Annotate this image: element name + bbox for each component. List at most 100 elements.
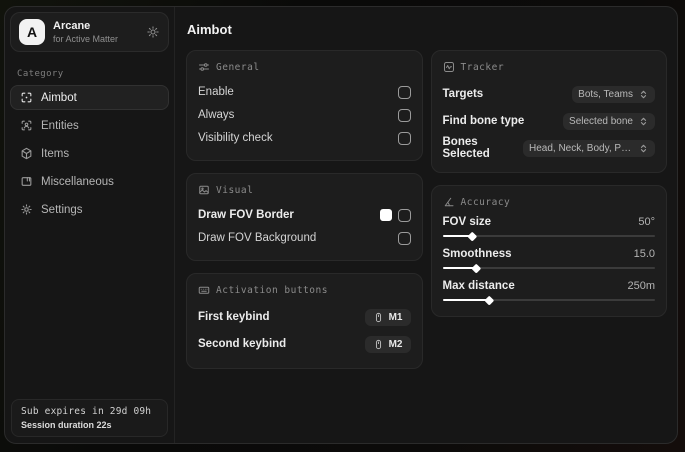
keybind-value: M1 [388, 311, 403, 323]
setting-label: Second keybind [198, 338, 287, 350]
smoothness-value: 15.0 [633, 248, 655, 260]
general-card: General Enable Always Visibility check [186, 50, 423, 161]
slider-row-header: Smoothness 15.0 [443, 248, 656, 260]
keyboard-icon [198, 284, 210, 296]
sidebar-item-miscellaneous[interactable]: Miscellaneous [10, 169, 169, 194]
cheat-menu-window: A Arcane for Active Matter Category Aimb… [4, 6, 678, 444]
sidebar-item-label: Settings [41, 203, 83, 216]
tracker-card-header: Tracker [443, 61, 656, 73]
slider-row-header: Max distance 250m [443, 280, 656, 292]
controls [379, 208, 411, 222]
slider-thumb[interactable] [484, 295, 494, 305]
dropdown-value: Head, Neck, Body, Pe… [529, 142, 633, 154]
activity-icon [443, 61, 455, 73]
setting-row-find-bone-type: Find bone type Selected bone [442, 108, 655, 134]
gear-icon[interactable] [146, 25, 160, 39]
chevrons-up-down-icon [638, 116, 649, 127]
general-card-header: General [198, 61, 411, 73]
setting-row-second-keybind: Second keybind M2 [198, 331, 411, 357]
accuracy-card-header: Accuracy [443, 196, 656, 208]
sidebar-item-items[interactable]: Items [10, 141, 169, 166]
slider-fill [442, 263, 481, 273]
app-header-card: A Arcane for Active Matter [10, 12, 169, 52]
visual-card-title: Visual [216, 184, 254, 196]
second-keybind-button[interactable]: M2 [364, 335, 411, 353]
slider-thumb[interactable] [467, 231, 477, 241]
general-card-title: General [216, 61, 260, 73]
always-checkbox[interactable] [397, 108, 411, 122]
targets-dropdown[interactable]: Bots, Teams [572, 85, 655, 103]
image-icon [198, 184, 210, 196]
mouse-icon [373, 312, 384, 323]
max-distance-value: 250m [627, 280, 655, 292]
setting-row-smoothness: Smoothness 15.0 [442, 248, 656, 273]
accuracy-card: Accuracy FOV size 50° Smoothness 15.0 Ma… [430, 185, 667, 317]
mouse-icon [373, 339, 384, 350]
fov-size-slider[interactable] [442, 231, 655, 241]
smoothness-slider[interactable] [442, 263, 655, 273]
app-subtitle: for Active Matter [53, 33, 119, 44]
setting-label: Targets [442, 88, 484, 100]
find-bone-type-dropdown[interactable]: Selected bone [563, 112, 655, 130]
slider-fill [442, 231, 477, 241]
app-logo: A [19, 19, 45, 45]
tracker-card-title: Tracker [460, 61, 505, 73]
fov-border-color-swatch[interactable] [379, 209, 392, 221]
activation-card-title: Activation buttons [216, 284, 328, 296]
slider-thumb[interactable] [471, 263, 481, 273]
enable-checkbox[interactable] [397, 85, 411, 99]
sidebar-item-entities[interactable]: Entities [10, 113, 169, 138]
tracker-card: Tracker Targets Bots, Teams Find bone ty… [430, 50, 667, 173]
first-keybind-button[interactable]: M1 [364, 308, 411, 326]
setting-row-enable: Enable [198, 81, 411, 103]
sidebar-item-label: Aimbot [41, 91, 77, 104]
subscription-info-card: Sub expires in 29d 09h Session duration … [11, 399, 168, 437]
setting-row-first-keybind: First keybind M1 [198, 304, 411, 330]
draw-fov-background-checkbox[interactable] [397, 231, 411, 245]
game-backdrop: A Arcane for Active Matter Category Aimb… [0, 0, 685, 452]
setting-label: Draw FOV Border [198, 209, 294, 221]
entity-scan-icon [20, 119, 33, 132]
draw-fov-border-checkbox[interactable] [397, 208, 411, 222]
sidebar-item-aimbot[interactable]: Aimbot [10, 85, 169, 110]
page-title: Aimbot [187, 22, 232, 37]
setting-label: Smoothness [442, 248, 512, 260]
chevrons-up-down-icon [638, 143, 649, 154]
visual-card-header: Visual [198, 184, 411, 196]
left-column: General Enable Always Visibility check V… [186, 50, 423, 369]
sidebar-item-label: Items [41, 147, 70, 160]
setting-label: FOV size [442, 216, 492, 228]
max-distance-slider[interactable] [442, 295, 655, 305]
columns: General Enable Always Visibility check V… [186, 50, 667, 369]
setting-label: Bones Selected [442, 136, 490, 160]
slider-row-header: FOV size 50° [443, 216, 656, 228]
gear-icon [20, 203, 33, 216]
bones-selected-dropdown[interactable]: Head, Neck, Body, Pe… [523, 139, 655, 157]
sliders-icon [198, 61, 210, 73]
setting-label: Draw FOV Background [198, 232, 317, 244]
sidebar: A Arcane for Active Matter Category Aimb… [5, 7, 175, 443]
setting-row-bones-selected: Bones Selected Head, Neck, Body, Pe… [442, 135, 655, 161]
setting-row-draw-fov-border: Draw FOV Border [198, 204, 411, 226]
setting-row-visibility-check: Visibility check [198, 127, 411, 149]
setting-row-always: Always [198, 104, 411, 126]
setting-row-targets: Targets Bots, Teams [442, 81, 655, 107]
setting-label: Visibility check [198, 132, 273, 144]
setting-label: Always [198, 109, 235, 121]
setting-row-draw-fov-background: Draw FOV Background [198, 227, 411, 249]
session-duration-text: Session duration 22s [21, 420, 112, 430]
activation-buttons-card: Activation buttons First keybind M1 Seco… [186, 273, 423, 369]
sidebar-menu: Aimbot Entities Items Miscellaneous Sett… [5, 85, 174, 225]
setting-label: Find bone type [442, 115, 525, 127]
sidebar-item-label: Entities [41, 119, 79, 132]
dropdown-value: Selected bone [569, 115, 633, 127]
sidebar-item-settings[interactable]: Settings [10, 197, 169, 222]
right-column: Tracker Targets Bots, Teams Find bone ty… [430, 50, 667, 317]
setting-label: Enable [198, 86, 234, 98]
category-label: Category [17, 69, 64, 79]
setting-label: Max distance [442, 280, 515, 292]
slider-fill [442, 295, 494, 305]
visibility-check-checkbox[interactable] [397, 131, 411, 145]
activation-card-header: Activation buttons [198, 284, 411, 296]
app-meta: Arcane for Active Matter [53, 20, 138, 45]
